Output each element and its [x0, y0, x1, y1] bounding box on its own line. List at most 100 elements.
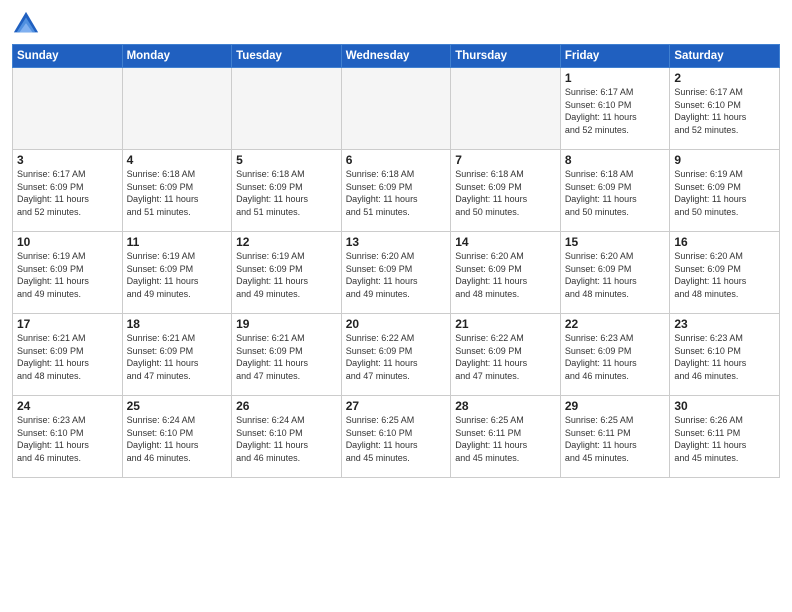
day-info: Sunrise: 6:20 AM Sunset: 6:09 PM Dayligh… [346, 250, 447, 300]
day-info: Sunrise: 6:19 AM Sunset: 6:09 PM Dayligh… [17, 250, 118, 300]
day-info: Sunrise: 6:23 AM Sunset: 6:10 PM Dayligh… [674, 332, 775, 382]
day-info: Sunrise: 6:17 AM Sunset: 6:09 PM Dayligh… [17, 168, 118, 218]
day-info: Sunrise: 6:18 AM Sunset: 6:09 PM Dayligh… [236, 168, 337, 218]
calendar-week-3: 10Sunrise: 6:19 AM Sunset: 6:09 PM Dayli… [13, 232, 780, 314]
day-info: Sunrise: 6:19 AM Sunset: 6:09 PM Dayligh… [127, 250, 228, 300]
day-number: 4 [127, 153, 228, 167]
header [12, 10, 780, 38]
day-number: 20 [346, 317, 447, 331]
calendar-cell: 28Sunrise: 6:25 AM Sunset: 6:11 PM Dayli… [451, 396, 561, 478]
calendar-cell: 16Sunrise: 6:20 AM Sunset: 6:09 PM Dayli… [670, 232, 780, 314]
day-info: Sunrise: 6:23 AM Sunset: 6:10 PM Dayligh… [17, 414, 118, 464]
calendar-cell: 26Sunrise: 6:24 AM Sunset: 6:10 PM Dayli… [232, 396, 342, 478]
calendar-table: SundayMondayTuesdayWednesdayThursdayFrid… [12, 44, 780, 478]
day-number: 26 [236, 399, 337, 413]
calendar-cell [341, 68, 451, 150]
day-number: 2 [674, 71, 775, 85]
col-header-thursday: Thursday [451, 45, 561, 68]
day-number: 17 [17, 317, 118, 331]
calendar-cell: 13Sunrise: 6:20 AM Sunset: 6:09 PM Dayli… [341, 232, 451, 314]
day-number: 14 [455, 235, 556, 249]
calendar-week-5: 24Sunrise: 6:23 AM Sunset: 6:10 PM Dayli… [13, 396, 780, 478]
calendar-cell: 18Sunrise: 6:21 AM Sunset: 6:09 PM Dayli… [122, 314, 232, 396]
calendar-cell: 7Sunrise: 6:18 AM Sunset: 6:09 PM Daylig… [451, 150, 561, 232]
day-number: 18 [127, 317, 228, 331]
day-number: 29 [565, 399, 666, 413]
day-info: Sunrise: 6:19 AM Sunset: 6:09 PM Dayligh… [674, 168, 775, 218]
calendar-cell: 15Sunrise: 6:20 AM Sunset: 6:09 PM Dayli… [560, 232, 670, 314]
day-number: 1 [565, 71, 666, 85]
calendar-week-1: 1Sunrise: 6:17 AM Sunset: 6:10 PM Daylig… [13, 68, 780, 150]
calendar-cell [13, 68, 123, 150]
day-number: 7 [455, 153, 556, 167]
day-number: 21 [455, 317, 556, 331]
calendar-cell: 9Sunrise: 6:19 AM Sunset: 6:09 PM Daylig… [670, 150, 780, 232]
calendar-week-4: 17Sunrise: 6:21 AM Sunset: 6:09 PM Dayli… [13, 314, 780, 396]
day-number: 16 [674, 235, 775, 249]
calendar-cell: 21Sunrise: 6:22 AM Sunset: 6:09 PM Dayli… [451, 314, 561, 396]
day-info: Sunrise: 6:24 AM Sunset: 6:10 PM Dayligh… [127, 414, 228, 464]
day-info: Sunrise: 6:22 AM Sunset: 6:09 PM Dayligh… [346, 332, 447, 382]
calendar-cell: 8Sunrise: 6:18 AM Sunset: 6:09 PM Daylig… [560, 150, 670, 232]
calendar-cell: 2Sunrise: 6:17 AM Sunset: 6:10 PM Daylig… [670, 68, 780, 150]
day-info: Sunrise: 6:17 AM Sunset: 6:10 PM Dayligh… [565, 86, 666, 136]
col-header-saturday: Saturday [670, 45, 780, 68]
calendar-cell: 4Sunrise: 6:18 AM Sunset: 6:09 PM Daylig… [122, 150, 232, 232]
day-info: Sunrise: 6:25 AM Sunset: 6:11 PM Dayligh… [565, 414, 666, 464]
day-number: 25 [127, 399, 228, 413]
col-header-wednesday: Wednesday [341, 45, 451, 68]
calendar-cell: 1Sunrise: 6:17 AM Sunset: 6:10 PM Daylig… [560, 68, 670, 150]
day-info: Sunrise: 6:20 AM Sunset: 6:09 PM Dayligh… [674, 250, 775, 300]
col-header-monday: Monday [122, 45, 232, 68]
day-info: Sunrise: 6:21 AM Sunset: 6:09 PM Dayligh… [236, 332, 337, 382]
day-info: Sunrise: 6:18 AM Sunset: 6:09 PM Dayligh… [455, 168, 556, 218]
day-number: 8 [565, 153, 666, 167]
day-info: Sunrise: 6:20 AM Sunset: 6:09 PM Dayligh… [565, 250, 666, 300]
day-info: Sunrise: 6:18 AM Sunset: 6:09 PM Dayligh… [127, 168, 228, 218]
day-info: Sunrise: 6:25 AM Sunset: 6:10 PM Dayligh… [346, 414, 447, 464]
logo [12, 10, 44, 38]
day-number: 11 [127, 235, 228, 249]
calendar-cell: 6Sunrise: 6:18 AM Sunset: 6:09 PM Daylig… [341, 150, 451, 232]
day-number: 27 [346, 399, 447, 413]
calendar-cell: 12Sunrise: 6:19 AM Sunset: 6:09 PM Dayli… [232, 232, 342, 314]
calendar-cell: 25Sunrise: 6:24 AM Sunset: 6:10 PM Dayli… [122, 396, 232, 478]
day-info: Sunrise: 6:19 AM Sunset: 6:09 PM Dayligh… [236, 250, 337, 300]
day-number: 9 [674, 153, 775, 167]
day-info: Sunrise: 6:25 AM Sunset: 6:11 PM Dayligh… [455, 414, 556, 464]
calendar-cell: 14Sunrise: 6:20 AM Sunset: 6:09 PM Dayli… [451, 232, 561, 314]
calendar-week-2: 3Sunrise: 6:17 AM Sunset: 6:09 PM Daylig… [13, 150, 780, 232]
calendar-cell [232, 68, 342, 150]
calendar-cell [122, 68, 232, 150]
calendar-cell: 11Sunrise: 6:19 AM Sunset: 6:09 PM Dayli… [122, 232, 232, 314]
page-container: SundayMondayTuesdayWednesdayThursdayFrid… [0, 0, 792, 486]
day-info: Sunrise: 6:21 AM Sunset: 6:09 PM Dayligh… [17, 332, 118, 382]
calendar-cell: 22Sunrise: 6:23 AM Sunset: 6:09 PM Dayli… [560, 314, 670, 396]
day-number: 13 [346, 235, 447, 249]
day-number: 15 [565, 235, 666, 249]
day-number: 22 [565, 317, 666, 331]
day-number: 12 [236, 235, 337, 249]
col-header-sunday: Sunday [13, 45, 123, 68]
day-number: 23 [674, 317, 775, 331]
day-number: 10 [17, 235, 118, 249]
calendar-cell: 19Sunrise: 6:21 AM Sunset: 6:09 PM Dayli… [232, 314, 342, 396]
day-info: Sunrise: 6:24 AM Sunset: 6:10 PM Dayligh… [236, 414, 337, 464]
day-info: Sunrise: 6:18 AM Sunset: 6:09 PM Dayligh… [565, 168, 666, 218]
day-number: 6 [346, 153, 447, 167]
calendar-cell: 29Sunrise: 6:25 AM Sunset: 6:11 PM Dayli… [560, 396, 670, 478]
day-number: 30 [674, 399, 775, 413]
calendar-cell: 24Sunrise: 6:23 AM Sunset: 6:10 PM Dayli… [13, 396, 123, 478]
day-number: 24 [17, 399, 118, 413]
day-number: 28 [455, 399, 556, 413]
day-info: Sunrise: 6:18 AM Sunset: 6:09 PM Dayligh… [346, 168, 447, 218]
day-info: Sunrise: 6:26 AM Sunset: 6:11 PM Dayligh… [674, 414, 775, 464]
col-header-friday: Friday [560, 45, 670, 68]
calendar-cell: 30Sunrise: 6:26 AM Sunset: 6:11 PM Dayli… [670, 396, 780, 478]
day-info: Sunrise: 6:20 AM Sunset: 6:09 PM Dayligh… [455, 250, 556, 300]
col-header-tuesday: Tuesday [232, 45, 342, 68]
calendar-cell: 27Sunrise: 6:25 AM Sunset: 6:10 PM Dayli… [341, 396, 451, 478]
calendar-cell: 5Sunrise: 6:18 AM Sunset: 6:09 PM Daylig… [232, 150, 342, 232]
day-info: Sunrise: 6:17 AM Sunset: 6:10 PM Dayligh… [674, 86, 775, 136]
logo-icon [12, 10, 40, 38]
